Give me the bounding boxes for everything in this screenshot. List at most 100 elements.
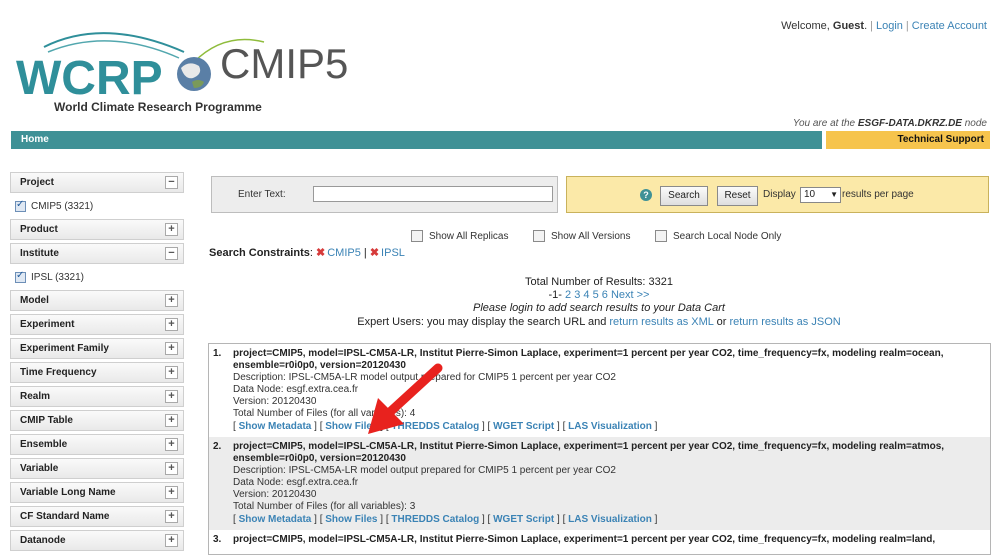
show-all-replicas-option[interactable]: Show All Replicas	[411, 230, 508, 242]
reset-button[interactable]: Reset	[717, 186, 758, 206]
result-title: project=CMIP5, model=IPSL-CM5A-LR, Insti…	[233, 534, 936, 545]
dropdown-arrow-icon: ▼	[830, 190, 838, 199]
result-title: project=CMIP5, model=IPSL-CM5A-LR, Insti…	[233, 441, 945, 464]
expand-icon[interactable]: +	[165, 223, 178, 236]
pagination: -1- 2 3 4 5 6 Next >>	[208, 289, 990, 301]
constraint-cmip5[interactable]: CMIP5	[327, 247, 361, 259]
facet-label: Model	[20, 295, 49, 306]
expand-icon[interactable]: +	[165, 534, 178, 547]
current-page: -1-	[548, 289, 562, 301]
expand-icon[interactable]: +	[165, 294, 178, 307]
search-local-node-option[interactable]: Search Local Node Only	[655, 230, 781, 242]
create-account-link[interactable]: Create Account	[912, 20, 987, 32]
facet-label: Project	[20, 177, 54, 188]
login-link[interactable]: Login	[876, 20, 903, 32]
return-xml-link[interactable]: return results as XML	[609, 316, 713, 328]
facet-label: Experiment	[20, 319, 75, 330]
result-number: 1.	[213, 348, 222, 359]
home-link[interactable]: Home	[11, 134, 49, 145]
expand-icon[interactable]: +	[165, 462, 178, 475]
facet-project[interactable]: Project −	[10, 172, 184, 193]
tech-support-link[interactable]: Technical Support	[826, 131, 990, 149]
facet-time-frequency[interactable]: Time Frequency +	[10, 362, 184, 383]
expand-icon[interactable]: +	[165, 390, 178, 403]
display-label: Display	[763, 189, 796, 200]
constraint-ipsl[interactable]: IPSL	[381, 247, 405, 259]
facet-realm[interactable]: Realm +	[10, 386, 184, 407]
per-page-value: 10	[804, 189, 816, 200]
show-metadata-link[interactable]: Show Metadata	[239, 514, 312, 525]
checkbox-checked-icon[interactable]	[15, 270, 26, 283]
thredds-catalog-link[interactable]: THREDDS Catalog	[391, 421, 479, 432]
result-item: 3. project=CMIP5, model=IPSL-CM5A-LR, In…	[209, 530, 990, 550]
facet-label: Experiment Family	[20, 343, 109, 354]
search-input[interactable]	[313, 186, 553, 202]
las-visualization-link[interactable]: LAS Visualization	[568, 514, 652, 525]
wget-script-link[interactable]: WGET Script	[493, 421, 554, 432]
next-page-link[interactable]: Next >>	[611, 289, 650, 301]
page-link[interactable]: 6	[602, 289, 608, 301]
facet-label: Variable Long Name	[20, 487, 116, 498]
remove-icon[interactable]: ✖	[370, 247, 379, 259]
page-link[interactable]: 2	[565, 289, 571, 301]
collapse-icon[interactable]: −	[165, 247, 178, 260]
per-page-suffix: results per page	[842, 189, 914, 200]
thredds-catalog-link[interactable]: THREDDS Catalog	[391, 514, 479, 525]
facet-value-cmip5[interactable]: CMIP5 (3321)	[10, 196, 184, 216]
expand-icon[interactable]: +	[165, 342, 178, 355]
checkbox-icon[interactable]	[533, 230, 545, 242]
node-prefix: You are at the	[792, 118, 856, 129]
wget-script-link[interactable]: WGET Script	[493, 514, 554, 525]
result-data-node: Data Node: esgf.extra.cea.fr	[233, 384, 359, 395]
facet-value-ipsl[interactable]: IPSL (3321)	[10, 267, 184, 287]
result-description: Description: IPSL-CM5A-LR model output p…	[233, 372, 616, 383]
facet-value-label: CMIP5 (3321)	[31, 200, 94, 212]
help-icon[interactable]: ?	[640, 189, 652, 201]
show-files-link[interactable]: Show Files	[325, 514, 377, 525]
logo-wcrp: WCRP	[16, 52, 163, 105]
expand-icon[interactable]: +	[165, 414, 178, 427]
facet-variable-long-name[interactable]: Variable Long Name +	[10, 482, 184, 503]
facet-label: Realm	[20, 391, 51, 402]
remove-icon[interactable]: ✖	[316, 247, 325, 259]
results-count: Total Number of Results: 3321	[525, 276, 673, 288]
checkbox-icon[interactable]	[411, 230, 423, 242]
las-visualization-link[interactable]: LAS Visualization	[568, 421, 652, 432]
show-all-versions-option[interactable]: Show All Versions	[533, 230, 631, 242]
expand-icon[interactable]: +	[165, 510, 178, 523]
facet-label: Institute	[20, 248, 59, 259]
facet-product[interactable]: Product +	[10, 219, 184, 240]
facet-model[interactable]: Model +	[10, 290, 184, 311]
facet-experiment[interactable]: Experiment +	[10, 314, 184, 335]
result-data-node: Data Node: esgf.extra.cea.fr	[233, 477, 359, 488]
result-version: Version: 20120430	[233, 489, 317, 500]
facet-cmip-table[interactable]: CMIP Table +	[10, 410, 184, 431]
expand-icon[interactable]: +	[165, 486, 178, 499]
search-button[interactable]: Search	[660, 186, 708, 206]
collapse-icon[interactable]: −	[165, 176, 178, 189]
constraints-label: Search Constraints	[209, 247, 310, 259]
results-per-page-select[interactable]: 10 ▼	[800, 187, 841, 203]
logo-subtitle: World Climate Research Programme	[54, 100, 262, 114]
expand-icon[interactable]: +	[165, 366, 178, 379]
checkbox-icon[interactable]	[655, 230, 667, 242]
page-link[interactable]: 3	[574, 289, 580, 301]
result-title: project=CMIP5, model=IPSL-CM5A-LR, Insti…	[233, 348, 944, 371]
page-link[interactable]: 4	[583, 289, 589, 301]
show-metadata-link[interactable]: Show Metadata	[239, 421, 312, 432]
show-files-link[interactable]: Show Files	[325, 421, 377, 432]
facet-variable[interactable]: Variable +	[10, 458, 184, 479]
facet-cf-standard-name[interactable]: CF Standard Name +	[10, 506, 184, 527]
facet-ensemble[interactable]: Ensemble +	[10, 434, 184, 455]
facet-institute[interactable]: Institute −	[10, 243, 184, 264]
return-json-link[interactable]: return results as JSON	[729, 316, 840, 328]
nav-bar: Home	[11, 131, 822, 149]
result-links: [ Show Metadata ] [ Show Files ] [ THRED…	[233, 514, 658, 525]
result-file-count: Total Number of Files (for all variables…	[233, 501, 416, 512]
expand-icon[interactable]: +	[165, 318, 178, 331]
or-text: or	[716, 316, 727, 328]
expand-icon[interactable]: +	[165, 438, 178, 451]
page-link[interactable]: 5	[593, 289, 599, 301]
facet-experiment-family[interactable]: Experiment Family +	[10, 338, 184, 359]
checkbox-checked-icon[interactable]	[15, 199, 26, 212]
